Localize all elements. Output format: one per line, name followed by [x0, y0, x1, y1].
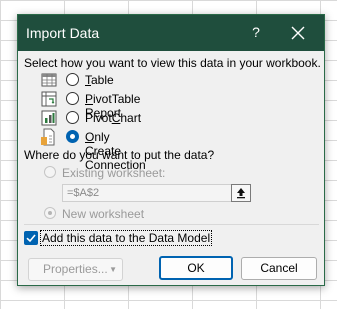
- existing-worksheet-radio[interactable]: [44, 166, 56, 178]
- existing-worksheet-label: Existing worksheet:: [62, 166, 166, 180]
- where-prompt: Where do you want to put the data?: [24, 148, 215, 162]
- connection-icon: [40, 128, 58, 146]
- help-button[interactable]: ?: [249, 24, 263, 40]
- pivotchart-label: PivotChart: [85, 111, 142, 125]
- pivotchart-icon: [40, 109, 58, 127]
- chevron-down-icon: ▼: [109, 265, 117, 274]
- data-model-label[interactable]: Add this data to the Data Model: [40, 230, 213, 246]
- dialog-titlebar: Import Data ?: [18, 15, 324, 51]
- new-worksheet-radio[interactable]: [44, 207, 56, 219]
- properties-button[interactable]: Properties... ▼: [28, 258, 123, 281]
- data-model-checkbox[interactable]: [24, 231, 38, 245]
- divider: [24, 224, 319, 225]
- table-icon: [40, 71, 58, 89]
- table-label: Table: [85, 73, 114, 87]
- cancel-button[interactable]: Cancel: [241, 257, 317, 280]
- arrow-up-icon: [237, 188, 245, 199]
- pivottable-icon: [40, 90, 58, 108]
- properties-button-label: Properties...: [43, 262, 108, 276]
- connection-radio[interactable]: [66, 130, 79, 143]
- pivottable-radio[interactable]: [66, 92, 79, 105]
- dialog-title: Import Data: [26, 25, 100, 41]
- new-worksheet-label: New worksheet: [62, 207, 145, 221]
- ok-button[interactable]: OK: [159, 256, 233, 280]
- view-prompt: Select how you want to view this data in…: [24, 56, 321, 70]
- pivotchart-radio[interactable]: [66, 111, 79, 124]
- close-button[interactable]: [286, 21, 310, 45]
- table-radio[interactable]: [66, 73, 79, 86]
- checkmark-icon: [26, 234, 36, 243]
- import-data-dialog: Import Data ? Select how you want to vie…: [17, 14, 325, 286]
- close-icon: [291, 26, 305, 40]
- collapse-dialog-button[interactable]: [231, 184, 251, 202]
- cell-reference-input[interactable]: =$A$2: [62, 184, 232, 202]
